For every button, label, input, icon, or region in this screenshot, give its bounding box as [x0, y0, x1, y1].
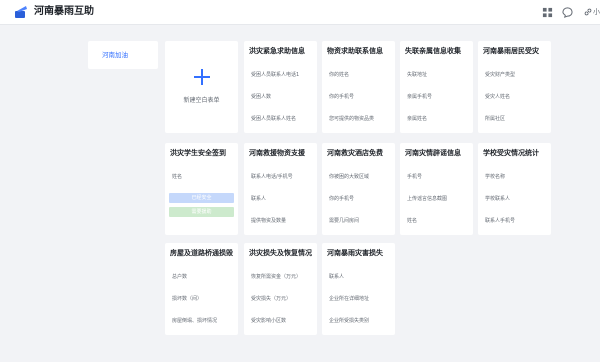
form-field-label: 所属社区: [485, 116, 506, 122]
form-card[interactable]: 物资求助联系信息 你的姓名你的手机号您可提供的物资品类: [322, 41, 395, 133]
form-field-label: 亲属手机号: [407, 94, 433, 100]
plus-icon: [194, 69, 210, 85]
form-field-label: 姓名: [407, 218, 418, 224]
form-card[interactable]: 房屋及道路桥通损毁 总户数损坏数（间） 房屋倒塌、损坏情况: [165, 243, 238, 335]
form-field-label: 企业所在详细地址: [329, 296, 370, 302]
form-card-title: 洪灾紧急求助信息: [249, 47, 305, 55]
new-blank-form-card[interactable]: 新建空白表单: [165, 41, 238, 133]
form-card-title: 物资求助联系信息: [327, 47, 383, 55]
form-field-label: 学校联系人: [485, 196, 511, 202]
form-card-title: 洪灾损失及恢复情况: [249, 249, 312, 257]
form-field-label: 房屋倒塌、损坏情况: [172, 318, 218, 324]
form-card-title: 河南灾情辟谣信息: [405, 149, 461, 157]
form-field-label: 受灾人姓名: [485, 94, 511, 100]
app-title: 河南暴雨互助: [34, 6, 94, 17]
top-actions: 小: [540, 5, 600, 19]
form-field-label: 失联地址: [407, 72, 428, 78]
form-card-title: 河南救援物资支援: [249, 149, 305, 157]
form-card[interactable]: 洪灾紧急求助信息 受困人员联系人电话1 受困人数受困人员联系人姓名: [244, 41, 317, 133]
form-card-title: 失联亲属信息收集: [405, 47, 461, 55]
form-card[interactable]: 河南救灾酒店免费 你被困的大致区域 你的手机号需要几间房间: [322, 143, 395, 235]
form-field-label: 你的手机号: [329, 196, 355, 202]
form-card-title: 学校受灾情况统计: [483, 149, 539, 157]
sidebar-item-henan-jiayou[interactable]: 河南加油: [88, 41, 158, 69]
app-logo-icon: [15, 6, 27, 18]
form-field-label: 受困人员联系人姓名: [251, 116, 297, 122]
top-bar: 河南暴雨互助 小: [0, 0, 600, 25]
form-field-label: 受灾损失（万元）: [251, 296, 292, 302]
form-card-title: 河南救灾酒店免费: [327, 149, 383, 157]
form-field-label: 受困人数: [251, 94, 272, 100]
form-card[interactable]: 洪灾损失及恢复情况 恢复所需资金（万元） 受灾损失（万元） 受灾影响小区数: [244, 243, 317, 335]
chat-bubble-icon[interactable]: [560, 5, 574, 19]
form-card-title: 河南暴雨灾害损失: [327, 249, 383, 257]
form-field-label: 学校名称: [485, 174, 506, 180]
form-card-title: 洪灾学生安全签到: [170, 149, 226, 157]
form-field-label: 需要几间房间: [329, 218, 360, 224]
form-field-label: 你被困的大致区域: [329, 174, 370, 180]
form-field-label: 姓名: [172, 174, 183, 180]
form-card-title: 房屋及道路桥通损毁: [170, 249, 233, 257]
form-field-label: 上传谣言信息截图: [407, 196, 448, 202]
form-field-label: 损坏数（间）: [172, 296, 203, 302]
form-field-label: 亲属姓名: [407, 116, 428, 122]
form-field-label: 受灾影响小区数: [251, 318, 287, 324]
option-pill: 需要援助: [169, 207, 234, 217]
form-field-label: 总户数: [172, 274, 188, 280]
form-card[interactable]: 失联亲属信息收集 失联地址亲属手机号亲属姓名: [400, 41, 473, 133]
form-field-label: 受困人员联系人电话1: [251, 72, 300, 78]
link-icon: [584, 8, 592, 16]
option-pill: 已经安全: [169, 193, 234, 203]
form-field-label: 你的手机号: [329, 94, 355, 100]
form-card[interactable]: 学校受灾情况统计 学校名称学校联系人联系人手机号: [478, 143, 551, 235]
form-card-title: 河南暴雨居民受灾: [483, 47, 539, 55]
form-field-label: 手机号: [407, 174, 423, 180]
form-field-label: 提供物资及数量: [251, 218, 287, 224]
form-field-label: 您可提供的物资品类: [329, 116, 375, 122]
form-field-label: 联系人电话/手机号: [251, 174, 293, 180]
apps-grid-icon[interactable]: [540, 5, 554, 19]
share-label: 小: [593, 8, 600, 16]
form-card[interactable]: 河南暴雨灾害损失 联系人企业所在详细地址 企业所受损失类别: [322, 243, 395, 335]
new-blank-form-label: 新建空白表单: [183, 97, 220, 104]
form-field-label: 受灾财产类型: [485, 72, 516, 78]
form-field-label: 企业所受损失类别: [329, 318, 370, 324]
form-card[interactable]: 河南救援物资支援 联系人电话/手机号 联系人提供物资及数量: [244, 143, 317, 235]
form-card[interactable]: 洪灾学生安全签到 姓名已经安全需要援助: [165, 143, 238, 235]
form-field-label: 联系人: [329, 274, 345, 280]
sidebar-item-label: 河南加油: [102, 51, 128, 59]
form-card[interactable]: 河南灾情辟谣信息 手机号上传谣言信息截图 姓名: [400, 143, 473, 235]
form-field-label: 联系人: [251, 196, 267, 202]
form-card[interactable]: 河南暴雨居民受灾 受灾财产类型 受灾人姓名所属社区: [478, 41, 551, 133]
form-field-label: 你的姓名: [329, 72, 350, 78]
form-field-label: 恢复所需资金（万元）: [251, 274, 302, 280]
form-field-label: 联系人手机号: [485, 218, 516, 224]
share-link[interactable]: 小: [584, 7, 600, 17]
